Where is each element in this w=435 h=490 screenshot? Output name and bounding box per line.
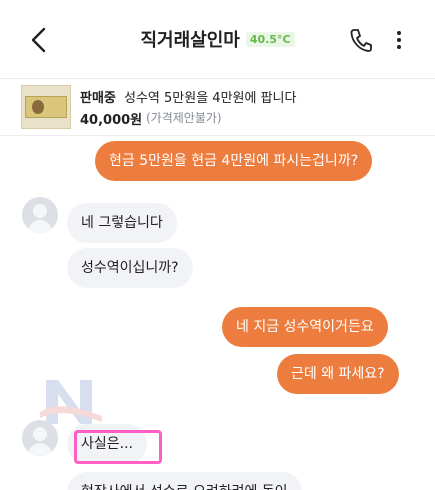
message-bubble-received[interactable]: 현장사에서 성수로 오려하려에 돈이 [67, 472, 302, 490]
banknote-image [25, 96, 67, 118]
phone-icon[interactable] [349, 27, 373, 53]
highlight-box [74, 430, 162, 464]
partner-avatar[interactable] [22, 420, 58, 456]
sale-status: 판매중 [80, 91, 116, 106]
price-note: (가격제안불가) [146, 111, 222, 125]
message-bubble-received[interactable]: 네 그렇습니다 [67, 203, 177, 243]
product-title: 성수역 5만원을 4만원에 팝니다 [124, 91, 297, 106]
message-bubble-sent[interactable]: 현금 5만원을 현금 4만원에 파시는겁니까? [95, 141, 373, 181]
chat-header: 직거래살인마 40.5°C [0, 0, 435, 78]
product-info-bar[interactable]: 판매중 성수역 5만원을 4만원에 팝니다 40,000원 (가격제안불가) [0, 78, 435, 136]
more-vertical-icon[interactable] [391, 28, 407, 52]
message-bubble-sent[interactable]: 근데 왜 파세요? [277, 354, 399, 394]
product-thumbnail[interactable] [21, 85, 71, 129]
product-price: 40,000원 [80, 113, 143, 128]
chat-partner-name[interactable]: 직거래살인마 [140, 30, 239, 51]
message-bubble-received[interactable]: 성수역이십니까? [67, 248, 193, 288]
message-bubble-sent[interactable]: 네 지금 성수역이거든요 [222, 307, 388, 347]
manner-temperature-badge: 40.5°C [245, 31, 295, 47]
partner-avatar[interactable] [22, 197, 58, 233]
